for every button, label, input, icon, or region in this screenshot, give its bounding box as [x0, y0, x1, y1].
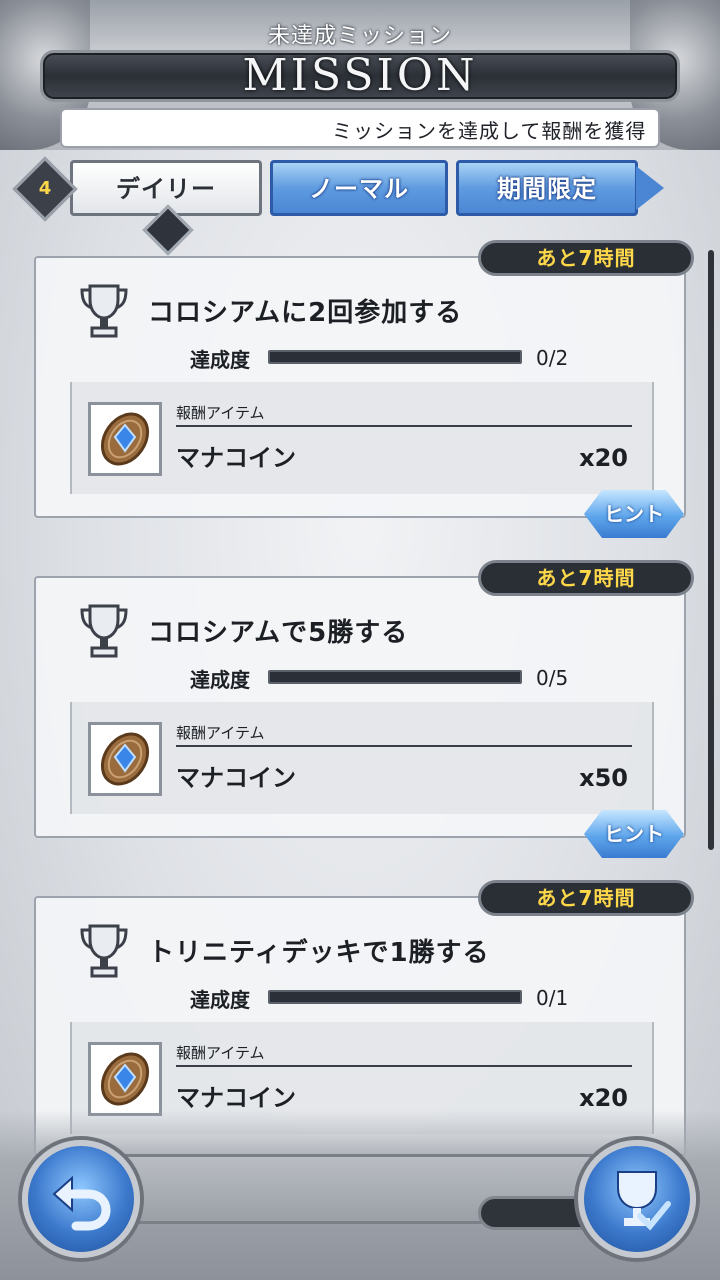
reward-icon-frame [88, 402, 162, 476]
mission-card: コロシアムで5勝する 達成度 0/5 報酬アイテム マナコイン x50 [34, 576, 686, 838]
reward-header: 報酬アイテム [176, 1042, 632, 1067]
reward-quantity: x20 [579, 444, 628, 472]
progress-count: 0/5 [536, 666, 569, 690]
progress-label: 達成度 [190, 668, 250, 692]
back-arrow-icon [52, 1175, 111, 1231]
progress-label: 達成度 [190, 988, 250, 1012]
reward-header: 報酬アイテム [176, 722, 632, 747]
mission-title: トリニティデッキで1勝する [148, 938, 490, 968]
mission-timer: あと7時間 [478, 880, 694, 916]
reward-name: マナコイン [176, 1084, 296, 1112]
mission-timer: あと7時間 [478, 560, 694, 596]
mission-timer: あと7時間 [478, 240, 694, 276]
mission-list: コロシアムに2回参加する 達成度 0/2 報酬アイテム マナコイン x20 あと… [0, 0, 720, 1280]
mana-coin-icon [100, 732, 150, 786]
hint-button[interactable]: ヒント [584, 490, 684, 538]
trophy-icon [80, 604, 128, 658]
reward-name: マナコイン [176, 764, 296, 792]
progress-label: 達成度 [190, 348, 250, 372]
reward-quantity: x20 [579, 1084, 628, 1112]
trophy-check-icon [617, 1171, 671, 1231]
progress-count: 0/1 [536, 986, 569, 1010]
hint-button[interactable]: ヒント [584, 810, 684, 858]
mission-card: コロシアムに2回参加する 達成度 0/2 報酬アイテム マナコイン x20 [34, 256, 686, 518]
progress-count: 0/2 [536, 346, 569, 370]
progress-bar [268, 990, 522, 1004]
mission-title: コロシアムに2回参加する [148, 298, 463, 328]
mission-trophy-button[interactable] [578, 1140, 696, 1258]
trophy-icon [80, 924, 128, 978]
reward-name: マナコイン [176, 444, 296, 472]
mana-coin-icon [100, 412, 150, 466]
reward-box: 報酬アイテム マナコイン x20 [70, 382, 654, 494]
mana-coin-icon [100, 1052, 150, 1106]
progress-bar [268, 350, 522, 364]
trophy-icon [80, 284, 128, 338]
reward-icon-frame [88, 722, 162, 796]
back-button[interactable] [22, 1140, 140, 1258]
reward-quantity: x50 [579, 764, 628, 792]
reward-header: 報酬アイテム [176, 402, 632, 427]
reward-icon-frame [88, 1042, 162, 1116]
progress-bar [268, 670, 522, 684]
reward-box: 報酬アイテム マナコイン x50 [70, 702, 654, 814]
mission-title: コロシアムで5勝する [148, 618, 409, 648]
